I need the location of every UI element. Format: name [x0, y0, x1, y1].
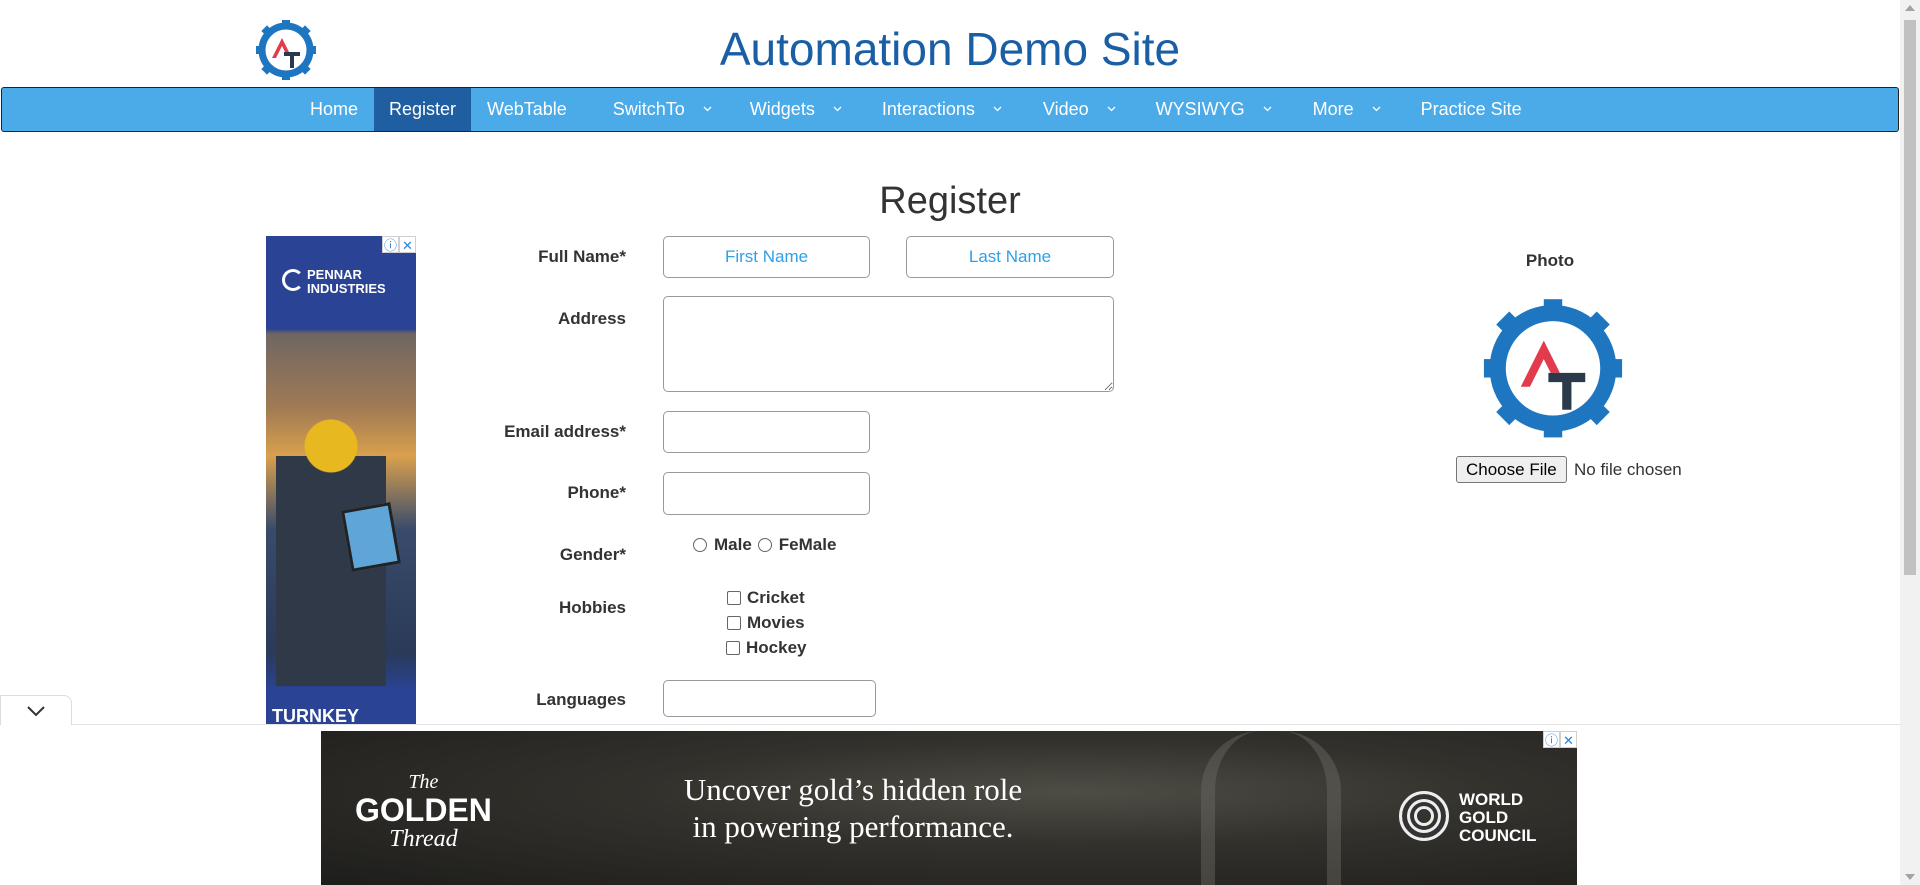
gender-female-label: FeMale — [778, 535, 837, 554]
nav-item-wysiwyg[interactable]: WYSIWYG — [1116, 88, 1292, 131]
ad-headline-line: in powering performance. — [692, 809, 1014, 844]
hobby-cricket-checkbox[interactable] — [727, 591, 741, 605]
gender-male-radio[interactable] — [693, 538, 707, 552]
phone-label: Phone* — [567, 483, 626, 502]
vertical-scrollbar[interactable] — [1900, 0, 1920, 885]
email-input[interactable] — [663, 411, 870, 453]
ad-sponsor: WORLD GOLD COUNCIL — [1459, 791, 1536, 845]
chevron-down-icon — [1372, 106, 1381, 112]
chevron-down-icon — [1263, 106, 1272, 112]
chevron-down-icon — [833, 106, 842, 112]
ad-controls: ⓘ ✕ — [1543, 731, 1577, 748]
hobby-cricket-label: Cricket — [747, 588, 805, 607]
address-textarea[interactable] — [663, 296, 1114, 392]
site-title: Automation Demo Site — [719, 23, 1181, 75]
main-navbar: Home Register WebTable SwitchTo Widgets … — [1, 87, 1899, 132]
nav-item-home[interactable]: Home — [294, 88, 374, 131]
hobby-movies-checkbox[interactable] — [727, 616, 741, 630]
ad-headline: Uncover gold’s hidden role in powering p… — [643, 771, 1063, 845]
chevron-down-icon — [993, 106, 1002, 112]
languages-multiselect[interactable] — [663, 680, 876, 717]
chevron-down-icon — [703, 106, 712, 112]
scroll-up-arrow-icon[interactable] — [1905, 5, 1915, 11]
nav-label: SwitchTo — [612, 99, 685, 119]
gender-female-radio[interactable] — [757, 538, 772, 552]
hobby-movies[interactable]: Movies — [727, 613, 805, 633]
ad-close-icon[interactable]: ✕ — [399, 236, 416, 253]
photo-preview — [1478, 290, 1628, 442]
ad-golden-thread-brand: The GOLDEN Thread — [355, 771, 492, 853]
hobby-cricket[interactable]: Cricket — [727, 588, 805, 608]
gender-label: Gender* — [559, 545, 626, 564]
ad-tablet-image — [340, 502, 402, 572]
hobby-movies-label: Movies — [747, 613, 805, 632]
hobby-hockey-label: Hockey — [746, 638, 807, 657]
ad-brand-line: PENNAR — [307, 267, 362, 282]
gender-radio-group: Male FeMale — [693, 535, 836, 555]
nav-label: More — [1312, 99, 1354, 119]
choose-file-button[interactable]: Choose File — [1456, 456, 1567, 483]
full-name-label: Full Name* — [538, 247, 626, 266]
ad-controls: ⓘ ✕ — [382, 236, 416, 253]
ad-close-icon[interactable]: ✕ — [1560, 731, 1577, 748]
ad-brand: PENNAR INDUSTRIES — [307, 268, 386, 296]
world-gold-council-logo-icon — [1399, 791, 1449, 841]
ad-bottom-text: TURNKEY — [272, 706, 360, 725]
ad-brand-thread: Thread — [389, 826, 458, 852]
ad-sponsor-line: COUNCIL — [1459, 826, 1537, 845]
hobbies-label: Hobbies — [558, 598, 626, 617]
nav-label: WebTable — [487, 99, 567, 119]
nav-item-practice-site[interactable]: Practice Site — [1381, 88, 1542, 131]
nav-label: WYSIWYG — [1155, 99, 1245, 119]
ad-brand-line: INDUSTRIES — [307, 281, 386, 296]
hobby-hockey[interactable]: Hockey — [726, 638, 806, 658]
nav-label: Home — [310, 99, 359, 119]
scroll-thumb[interactable] — [1904, 20, 1916, 575]
ad-info-icon[interactable]: ⓘ — [1543, 731, 1560, 748]
page-heading: Register — [879, 180, 1021, 222]
ad-sponsor-line: GOLD — [1459, 808, 1509, 827]
ad-brand-golden: GOLDEN — [355, 792, 492, 828]
nav-item-widgets[interactable]: Widgets — [712, 88, 862, 131]
brand-logo-icon — [282, 269, 304, 291]
address-label: Address — [557, 309, 626, 328]
nav-item-webtable[interactable]: WebTable — [435, 88, 587, 131]
gear-logo-icon — [1483, 299, 1623, 438]
nav-label: Video — [1042, 99, 1089, 119]
gender-male-label: Male — [714, 535, 752, 554]
nav-label: Widgets — [749, 99, 815, 119]
ad-brand-the: The — [408, 771, 439, 793]
languages-label: Languages — [536, 690, 626, 709]
ad-headline-line: Uncover gold’s hidden role — [683, 772, 1023, 807]
ad-info-icon[interactable]: ⓘ — [382, 236, 399, 253]
nav-label: Interactions — [881, 99, 975, 119]
collapse-ad-button[interactable] — [0, 695, 72, 725]
ad-sponsor-line: WORLD — [1459, 790, 1524, 809]
bottom-advertisement[interactable]: The GOLDEN Thread Uncover gold’s hidden … — [321, 731, 1577, 885]
file-status: No file chosen — [1574, 460, 1682, 479]
phone-input[interactable] — [663, 472, 870, 515]
ad-road-image — [1201, 731, 1341, 885]
hobby-hockey-checkbox[interactable] — [726, 641, 740, 655]
last-name-input[interactable] — [906, 236, 1114, 278]
nav-item-interactions[interactable]: Interactions — [842, 88, 1022, 131]
nav-label: Practice Site — [1420, 99, 1522, 119]
photo-label: Photo — [1525, 251, 1575, 270]
left-advertisement[interactable]: PENNAR INDUSTRIES TURNKEY ⓘ ✕ — [266, 236, 416, 725]
email-label: Email address* — [504, 422, 626, 441]
scroll-down-arrow-icon[interactable] — [1905, 874, 1915, 880]
chevron-down-icon — [1107, 106, 1116, 112]
first-name-input[interactable] — [663, 236, 870, 278]
chevron-down-icon — [27, 706, 45, 717]
nav-items: Home Register WebTable SwitchTo Widgets … — [294, 88, 1542, 131]
nav-item-switchto[interactable]: SwitchTo — [567, 88, 732, 131]
